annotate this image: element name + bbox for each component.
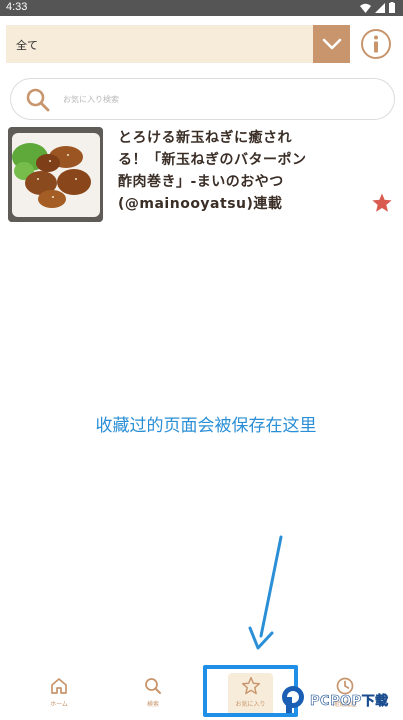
watermark: PCPOP下载 xyxy=(280,683,400,715)
favorite-star-icon[interactable] xyxy=(371,192,393,214)
signal-icon xyxy=(375,2,385,13)
battery-icon xyxy=(389,2,395,13)
nav-search[interactable]: 検索 xyxy=(128,668,178,720)
annotation-caption: 收藏过的页面会被保存在这里 xyxy=(95,416,317,436)
wifi-icon xyxy=(360,3,371,13)
watermark-logo-icon xyxy=(282,686,304,713)
category-selector[interactable]: 全て xyxy=(6,25,350,63)
search-icon xyxy=(145,678,161,694)
watermark-text: PCPOP下载 xyxy=(310,693,389,709)
favorites-search-input[interactable]: お気に入り検索 xyxy=(10,78,395,120)
nav-home-label: ホーム xyxy=(50,701,68,708)
category-label: 全て xyxy=(16,39,38,52)
favorite-item-title: とろける新玉ねぎに癒される！「新玉ねぎのバターポン酢肉巻き」-まいのおやつ(@m… xyxy=(118,130,307,212)
recipe-thumbnail xyxy=(8,127,103,222)
chevron-down-icon xyxy=(322,38,341,50)
search-placeholder: お気に入り検索 xyxy=(63,95,119,104)
home-icon xyxy=(51,678,67,694)
favorite-list-item[interactable]: とろける新玉ねぎに癒される！「新玉ねぎのバターポン酢肉巻き」-まいのおやつ(@m… xyxy=(8,126,403,224)
status-time: 4:33 xyxy=(6,1,28,13)
search-icon xyxy=(26,88,50,112)
nav-home[interactable]: ホーム xyxy=(34,668,84,720)
info-button[interactable] xyxy=(361,29,391,59)
nav-search-label: 検索 xyxy=(146,701,159,708)
category-dropdown-button[interactable] xyxy=(313,25,350,63)
status-icons xyxy=(360,2,395,13)
status-bar: 4:33 xyxy=(0,0,403,16)
info-icon xyxy=(374,35,378,53)
